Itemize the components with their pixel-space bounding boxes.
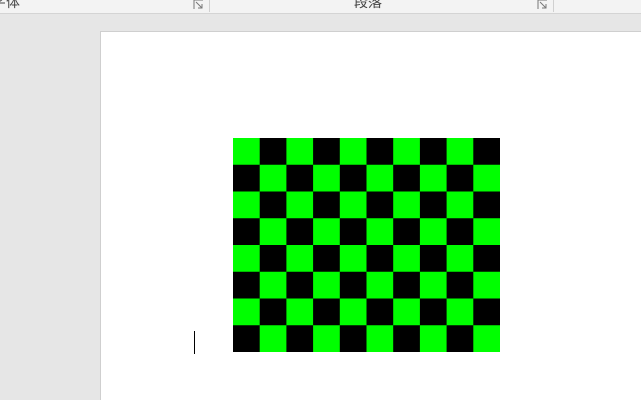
checker-square	[366, 138, 394, 166]
checker-square	[473, 138, 500, 166]
checker-square	[286, 245, 314, 273]
checker-square	[473, 271, 500, 299]
checker-square	[419, 271, 448, 299]
margin-corner-mark-icon	[172, 101, 194, 123]
checker-square	[366, 245, 394, 273]
checker-square	[366, 218, 394, 246]
checker-square	[313, 164, 341, 192]
checker-square	[259, 245, 287, 273]
font-dialog-launcher-icon[interactable]	[193, 0, 204, 10]
font-group-label: 字体	[0, 0, 20, 11]
checker-square	[259, 325, 287, 352]
checker-square	[446, 218, 474, 246]
checker-square	[313, 271, 341, 299]
checker-square	[233, 325, 261, 352]
paragraph-dialog-launcher-icon[interactable]	[537, 0, 548, 10]
checker-square	[233, 298, 261, 326]
checker-square	[419, 245, 448, 273]
checkerboard-image[interactable]	[233, 138, 500, 352]
checker-square	[286, 191, 314, 219]
checker-square	[286, 271, 314, 299]
checker-square	[473, 164, 500, 192]
checker-square	[286, 138, 314, 166]
group-separator	[553, 0, 554, 12]
checker-square	[419, 164, 448, 192]
checker-square	[259, 138, 287, 166]
checker-square	[259, 191, 287, 219]
checker-square	[366, 325, 394, 352]
checker-square	[366, 164, 394, 192]
checker-square	[446, 245, 474, 273]
group-separator	[209, 0, 210, 12]
checker-square	[446, 191, 474, 219]
checker-square	[393, 218, 421, 246]
checker-square	[233, 271, 261, 299]
checker-square	[393, 191, 421, 219]
checker-square	[286, 218, 314, 246]
checker-square	[393, 298, 421, 326]
checker-square	[286, 164, 314, 192]
checker-square	[473, 245, 500, 273]
checker-square	[339, 271, 367, 299]
checker-square	[286, 298, 314, 326]
checker-square	[366, 191, 394, 219]
checker-square	[259, 298, 287, 326]
checker-square	[393, 138, 421, 166]
checker-square	[366, 271, 394, 299]
checker-square	[259, 271, 287, 299]
ribbon-bottom-strip: 字体 段落	[0, 0, 641, 14]
checker-square	[446, 271, 474, 299]
checker-square	[259, 218, 287, 246]
checker-square	[419, 298, 448, 326]
checker-square	[233, 138, 261, 166]
checker-square	[393, 271, 421, 299]
checker-square	[473, 325, 500, 352]
checker-square	[259, 164, 287, 192]
checker-square	[313, 245, 341, 273]
checker-square	[419, 191, 448, 219]
checker-square	[233, 164, 261, 192]
checker-square	[473, 191, 500, 219]
checker-square	[339, 191, 367, 219]
checker-square	[339, 325, 367, 352]
checker-square	[446, 164, 474, 192]
checker-square	[339, 164, 367, 192]
checker-square	[313, 298, 341, 326]
checker-square	[233, 218, 261, 246]
checker-square	[339, 138, 367, 166]
checker-square	[366, 298, 394, 326]
checker-square	[446, 298, 474, 326]
checker-square	[419, 218, 448, 246]
checker-square	[233, 245, 261, 273]
checker-square	[233, 191, 261, 219]
checker-square	[286, 325, 314, 352]
checker-square	[339, 218, 367, 246]
checker-square	[313, 325, 341, 352]
paragraph-group-label: 段落	[354, 0, 382, 11]
checker-square	[473, 218, 500, 246]
text-cursor	[194, 331, 195, 354]
checker-square	[339, 298, 367, 326]
checker-square	[446, 325, 474, 352]
checker-square	[446, 138, 474, 166]
checker-square	[473, 298, 500, 326]
checker-square	[313, 138, 341, 166]
checker-square	[313, 218, 341, 246]
checker-square	[419, 325, 448, 352]
checker-square	[419, 138, 448, 166]
checker-square	[339, 245, 367, 273]
checker-square	[313, 191, 341, 219]
checker-square	[393, 245, 421, 273]
checker-square	[393, 164, 421, 192]
checker-square	[393, 325, 421, 352]
